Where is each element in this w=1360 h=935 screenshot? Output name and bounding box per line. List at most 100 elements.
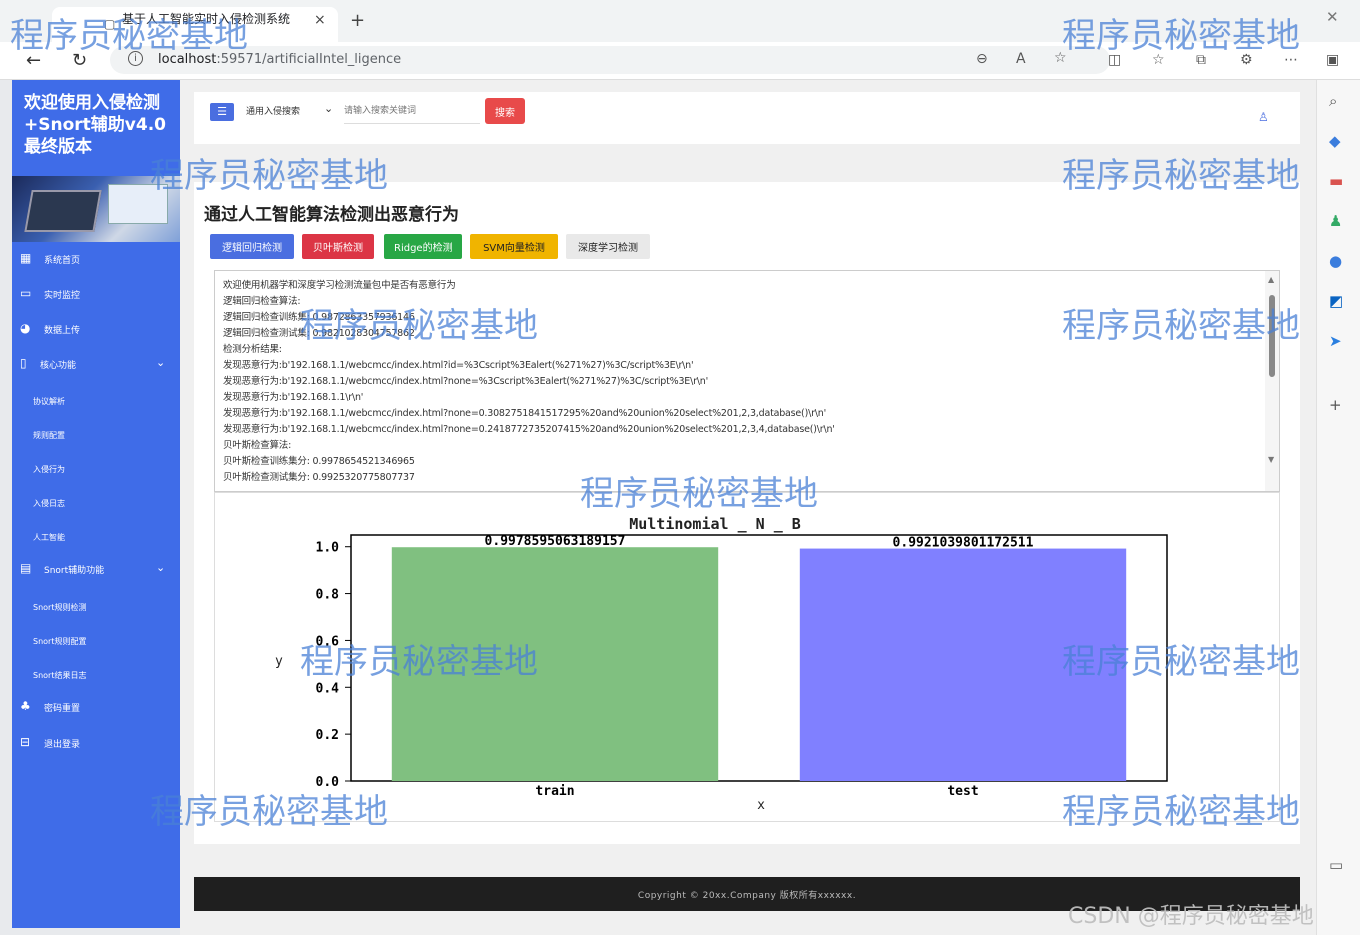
log-line: 发现恶意行为:b'192.168.1.1/webcmcc/index.html?… (223, 360, 694, 371)
read-aloud-icon[interactable]: A (1016, 51, 1026, 67)
log-line: 发现恶意行为:b'192.168.1.1/webcmcc/index.html?… (223, 408, 827, 419)
log-line: 发现恶意行为:b'192.168.1.1/webcmcc/index.html?… (223, 424, 835, 435)
y-tick-label: 0.2 (316, 728, 339, 743)
watermark: 程序员秘密基地 (150, 792, 388, 832)
csdn-watermark: CSDN @程序员秘密基地 (1068, 904, 1314, 929)
doc-icon: ▯ (20, 356, 27, 370)
chevron-down-icon: ⌄ (156, 561, 166, 574)
watermark: 程序员秘密基地 (1062, 306, 1300, 346)
bayes-button[interactable]: 贝叶斯检测 (302, 234, 374, 259)
users-icon: ♣ (20, 699, 31, 713)
search-input[interactable] (344, 98, 480, 124)
sidebar-item-label: 核心功能 (40, 361, 77, 371)
chevron-down-icon: ⌄ (156, 356, 166, 369)
x-tick-label: train (535, 784, 574, 799)
tab-close-icon[interactable]: × (314, 12, 326, 28)
screen-icon[interactable]: ▭ (1329, 856, 1343, 874)
monitor-icon: ▭ (20, 286, 32, 300)
sidebar-item-upload[interactable]: ◕ 数据上传 (12, 312, 180, 346)
watermark: 程序员秘密基地 (580, 474, 818, 514)
subitem-label: Snort规则检测 (33, 603, 87, 612)
watermark: 程序员秘密基地 (1062, 792, 1300, 832)
sidebar-item-home[interactable]: ▦ 系统首页 (12, 242, 180, 276)
add-icon[interactable]: + (1329, 396, 1342, 414)
svm-button[interactable]: SVM向量检测 (470, 234, 558, 259)
log-line: 发现恶意行为:b'192.168.1.1/webcmcc/index.html?… (223, 376, 709, 387)
outlook-icon[interactable]: ◩ (1329, 292, 1343, 310)
sidebar-item-monitor[interactable]: ▭ 实时监控 (12, 277, 180, 311)
log-line: 贝叶斯检查训练集分: 0.9978654521346965 (223, 456, 415, 467)
scroll-down-icon[interactable]: ▼ (1268, 455, 1274, 464)
log-line: 检测分析结果: (223, 344, 282, 355)
log-line: 贝叶斯检查算法: (223, 440, 292, 451)
chevron-down-icon[interactable]: ⌄ (324, 102, 333, 115)
tag-icon[interactable]: ◆ (1329, 132, 1341, 150)
menu-toggle-button[interactable]: ☰ (210, 103, 234, 121)
search-button[interactable]: 搜索 (485, 98, 525, 124)
watermark: 程序员秘密基地 (1062, 16, 1300, 56)
ridge-button[interactable]: Ridge的检测 (384, 234, 462, 259)
watermark: 程序员秘密基地 (1062, 156, 1300, 196)
sidebar-subitem-ai[interactable]: 人工智能 (12, 522, 180, 552)
sidebar-item-label: 数据上传 (44, 326, 81, 336)
x-tick-label: test (947, 784, 978, 799)
send-icon[interactable]: ➤ (1329, 332, 1342, 350)
top-search-bar: ☰ 通用入侵搜索 ⌄ 搜索 ♙ (194, 92, 1300, 144)
bar-value-label: 0.9921039801172511 (893, 536, 1034, 551)
log-line: 逻辑回归检查算法: (223, 296, 301, 307)
new-tab-button[interactable]: + (350, 10, 365, 31)
bar-value-label: 0.9978595063189157 (485, 534, 626, 549)
sidebar-item-snort[interactable]: ▤ Snort辅助功能 ⌄ (12, 552, 180, 586)
sidebar-item-label: 密码重置 (44, 704, 81, 714)
url-field[interactable]: i localhost:59571/artificialIntel_ligenc… (110, 46, 1110, 74)
subitem-label: 规则配置 (33, 431, 65, 440)
sidebar-item-core[interactable]: ▯ 核心功能 ⌄ (12, 347, 180, 381)
sidebar-item-label: 实时监控 (44, 291, 81, 301)
sidebar-item-label: 系统首页 (44, 256, 81, 266)
deep-learning-button[interactable]: 深度学习检测 (566, 234, 650, 259)
subitem-label: 入侵行为 (33, 465, 65, 474)
y-tick-label: 0.4 (316, 681, 340, 696)
sidebar-subitem-rules[interactable]: 规则配置 (12, 420, 180, 450)
grid-icon: ▦ (20, 251, 32, 265)
chart-title: Multinomial _ N _ B (629, 515, 801, 533)
search-icon[interactable]: ⌕ (1329, 92, 1337, 110)
user-icon[interactable]: ♙ (1258, 110, 1269, 124)
copilot-icon[interactable]: ● (1329, 252, 1342, 270)
watermark: 程序员秘密基地 (1062, 642, 1300, 682)
browser-edge-sidebar: ⌕ ◆ ▬ ♟ ● ◩ ➤ + ▭ (1316, 80, 1360, 935)
log-line: 欢迎使用机器学和深度学习检测流量包中是否有恶意行为 (223, 280, 456, 291)
sidebar-item-label: 退出登录 (44, 740, 81, 750)
watermark: 程序员秘密基地 (300, 306, 538, 346)
subitem-label: Snort规则配置 (33, 637, 87, 646)
page-title: 通过人工智能算法检测出恶意行为 (204, 205, 459, 225)
scroll-up-icon[interactable]: ▲ (1268, 275, 1274, 284)
log-line: 发现恶意行为:b'192.168.1.1\r\n' (223, 392, 364, 403)
search-type-select[interactable]: 通用入侵搜索 (246, 104, 300, 117)
sidebar-subitem-snort-config[interactable]: Snort规则配置 (12, 626, 180, 656)
subitem-label: 入侵日志 (33, 499, 65, 508)
subitem-label: 人工智能 (33, 533, 65, 542)
window-close-button[interactable]: ✕ (1326, 8, 1339, 26)
watermark: 程序员秘密基地 (150, 156, 388, 196)
y-axis-label: y (275, 654, 283, 669)
sidebar-subitem-snort-logs[interactable]: Snort结果日志 (12, 660, 180, 690)
people-icon[interactable]: ♟ (1329, 212, 1342, 230)
sidebar-toggle-icon[interactable]: ▣ (1326, 52, 1339, 68)
sidebar-item-reset-password[interactable]: ♣ 密码重置 (12, 690, 180, 724)
toolbox-icon[interactable]: ▬ (1329, 172, 1343, 190)
sidebar-item-label: Snort辅助功能 (44, 566, 105, 576)
y-tick-label: 1.0 (316, 541, 340, 556)
exit-icon: ⊟ (20, 735, 31, 749)
laptop-graphic (24, 190, 102, 232)
sidebar-subitem-snort-detect[interactable]: Snort规则检测 (12, 592, 180, 622)
pie-icon: ◕ (20, 321, 31, 335)
sidebar-subitem-intrusion[interactable]: 入侵行为 (12, 454, 180, 484)
watermark: 程序员秘密基地 (300, 642, 538, 682)
subitem-label: Snort结果日志 (33, 671, 87, 680)
sidebar-subitem-protocol[interactable]: 协议解析 (12, 386, 180, 416)
zoom-icon[interactable]: ⊖ (976, 51, 988, 67)
logistic-regression-button[interactable]: 逻辑回归检测 (210, 234, 294, 259)
sidebar-item-logout[interactable]: ⊟ 退出登录 (12, 726, 180, 760)
sidebar-subitem-logs[interactable]: 入侵日志 (12, 488, 180, 518)
